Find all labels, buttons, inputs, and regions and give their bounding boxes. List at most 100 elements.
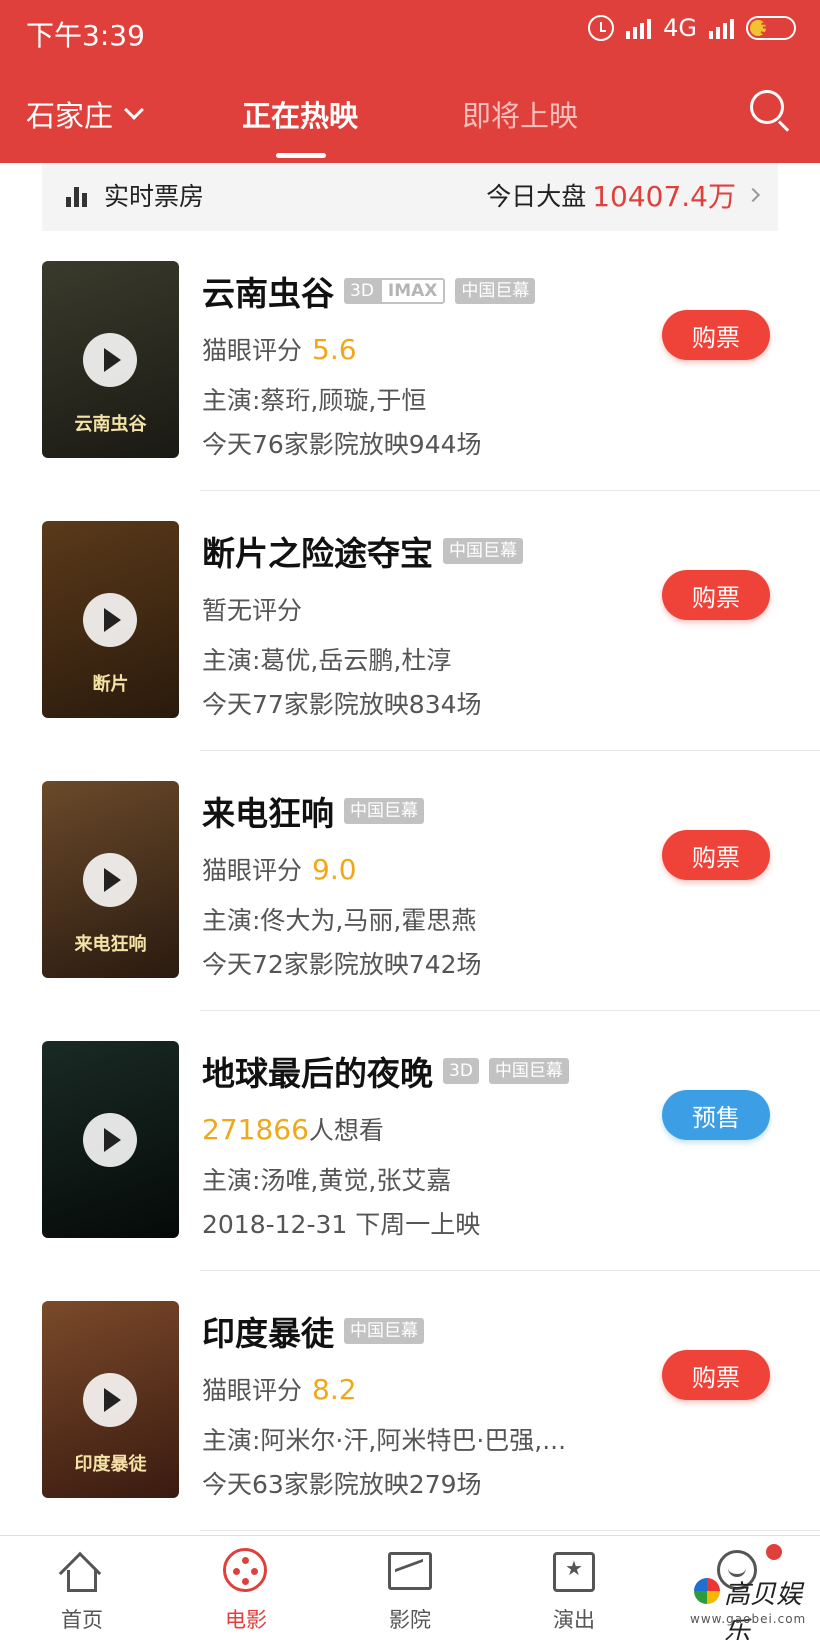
rating-score: 8.2 [312,1373,357,1406]
signal-icon-2 [709,17,734,39]
tab-label: 电影 [225,1608,267,1632]
bar-chart-icon [66,183,90,207]
box-office-bar[interactable]: 实时票房 今日大盘 10407.4万 [42,163,778,231]
city-selector[interactable]: 石家庄 [26,93,144,135]
movie-poster[interactable] [42,1041,179,1238]
movie-schedule: 今天63家影院放映279场 [202,1470,482,1499]
home-icon [58,1548,105,1595]
title-row: 断片之险途夺宝 中国巨幕 [202,527,523,575]
movie-row[interactable]: 印度暴徒 印度暴徒 中国巨幕 猫眼评分 8.2 主演:阿米尔·汗,阿米特巴·巴强,… [0,1271,820,1531]
play-icon[interactable] [83,853,137,907]
box-office-total: 今日大盘 10407.4万 [486,175,761,215]
format-tag: 中国巨幕 [344,798,424,824]
movie-poster[interactable]: 断片 [42,521,179,718]
tab-cinemas[interactable]: 影院 [360,1548,460,1634]
status-bar: 下午3:39 4G 39 [0,0,820,60]
notification-dot [766,1544,782,1560]
movie-cast: 主演:汤唯,黄觉,张艾嘉 [202,1166,452,1195]
poster-title: 断片 [92,674,129,695]
buy-ticket-button[interactable]: 购票 [662,570,770,620]
battery-icon: 39 [746,16,796,40]
buy-ticket-button[interactable]: 购票 [662,830,770,880]
alarm-icon [588,15,615,41]
movie-schedule: 2018-12-31 下周一上映 [202,1210,481,1239]
total-label: 今日大盘 [486,182,587,211]
active-tab-indicator [276,153,326,158]
chevron-down-icon [124,100,144,120]
rating-score: 9.0 [312,853,357,886]
want-label: 人想看 [308,1116,384,1145]
format-tag: 中国巨幕 [344,1318,424,1344]
watermark-logo-icon [694,1578,720,1604]
status-time: 下午3:39 [26,19,145,52]
movie-cast: 主演:葛优,岳云鹏,杜淳 [202,646,452,675]
movie-row[interactable]: 云南虫谷 云南虫谷 3D IMAX 中国巨幕 猫眼评分 5.6 主演:蔡珩,顾璇,于恒… [0,231,820,491]
format-tag: 中国巨幕 [488,1058,569,1084]
title-row: 云南虫谷 3D IMAX 中国巨幕 [202,267,536,315]
rating-label: 猫眼评分 [202,856,303,885]
rating-label: 猫眼评分 [202,336,303,365]
movie-row[interactable]: 来电狂响 来电狂响 中国巨幕 猫眼评分 9.0 主演:佟大为,马丽,霍思燕 今天7… [0,751,820,1011]
tab-shows[interactable]: ★ 演出 [524,1548,624,1634]
cinema-icon [387,1548,433,1594]
presale-button[interactable]: 预售 [662,1090,770,1140]
buy-ticket-button[interactable]: 购票 [662,1350,770,1400]
tab-coming-soon[interactable]: 即将上映 [462,93,578,135]
play-icon[interactable] [83,593,137,647]
play-icon[interactable] [83,333,137,387]
search-icon[interactable] [750,90,790,132]
format-tag: 3D [443,1058,479,1084]
movie-cast: 主演:蔡珩,顾璇,于恒 [202,386,427,415]
tag-imax: IMAX [379,278,446,304]
title-row: 来电狂响 中国巨幕 [202,787,424,835]
movie-poster[interactable]: 印度暴徒 [42,1301,179,1498]
title-row: 印度暴徒 中国巨幕 [202,1307,424,1355]
nav-bar: 石家庄 正在热映 即将上映 [0,78,820,163]
movie-poster[interactable]: 云南虫谷 [42,261,179,458]
network-type: 4G [663,14,697,42]
rating-line: 猫眼评分 5.6 [202,331,357,367]
format-tag: 中国巨幕 [455,278,536,304]
rating-line: 猫眼评分 9.0 [202,851,357,887]
movie-cast: 主演:阿米尔·汗,阿米特巴·巴强,... [202,1426,567,1455]
movie-title: 云南虫谷 [202,274,334,313]
tab-label: 首页 [61,1608,103,1632]
movie-row[interactable]: 地球最后的夜晚 3D 中国巨幕 271866 人想看 主演:汤唯,黄觉,张艾嘉 20… [0,1011,820,1271]
rating-line: 猫眼评分 8.2 [202,1371,357,1407]
tab-home[interactable]: 首页 [32,1548,132,1634]
watermark-text: 高贝娱乐 [724,1580,803,1640]
want-to-see: 271866 人想看 [202,1111,384,1147]
ticket-star-icon: ★ [551,1548,597,1594]
movie-title: 地球最后的夜晚 [202,1054,433,1093]
poster-title: 印度暴徒 [74,1454,147,1475]
tab-label: 演出 [553,1608,595,1632]
tab-movies[interactable]: 电影 [196,1548,296,1634]
row-divider [200,1530,820,1531]
signal-icon [626,17,652,39]
play-icon[interactable] [83,1373,137,1427]
movie-title: 印度暴徒 [202,1314,334,1353]
watermark-url: www.gaobei.com [690,1612,807,1626]
buy-ticket-button[interactable]: 购票 [662,310,770,360]
movie-schedule: 今天77家影院放映834场 [202,690,482,719]
poster-title: 云南虫谷 [74,414,147,435]
total-value: 10407.4万 [592,180,736,213]
title-row: 地球最后的夜晚 3D 中国巨幕 [202,1047,569,1095]
format-tag-3d-imax: 3D IMAX [344,278,446,304]
poster-title: 来电狂响 [74,934,147,955]
tab-now-showing[interactable]: 正在热映 [242,93,358,135]
tab-label: 影院 [389,1608,431,1632]
box-office-label: 实时票房 [104,182,205,211]
city-label: 石家庄 [26,99,114,133]
movie-row[interactable]: 断片 断片之险途夺宝 中国巨幕 暂无评分 主演:葛优,岳云鹏,杜淳 今天77家影… [0,491,820,751]
rating-score: 5.6 [312,333,357,366]
format-tag: 中国巨幕 [443,538,523,564]
movie-title: 来电狂响 [202,794,334,833]
watermark: 高贝娱乐 www.gaobei.com [690,1574,810,1640]
film-reel-icon [223,1548,269,1594]
movie-poster[interactable]: 来电狂响 [42,781,179,978]
play-icon[interactable] [83,1113,137,1167]
movie-schedule: 今天76家影院放映944场 [202,430,482,459]
chevron-right-icon [745,187,761,203]
movie-schedule: 今天72家影院放映742场 [202,950,482,979]
